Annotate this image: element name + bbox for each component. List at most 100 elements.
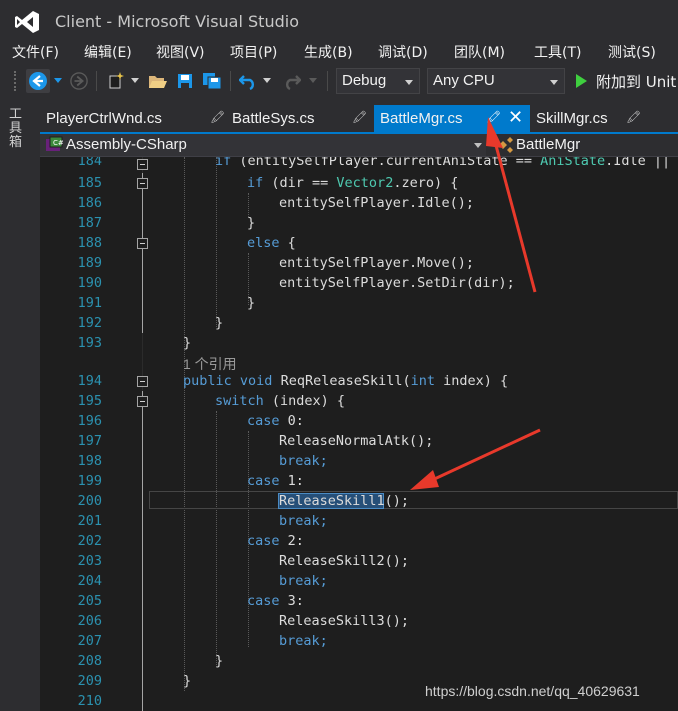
code-token: if [247,175,264,191]
code-token: (index) { [263,393,346,409]
tab-battlesys[interactable]: BattleSys.cs 🖍 [226,105,374,132]
code-line-202[interactable]: case 2: [247,533,304,549]
open-file-button[interactable] [146,69,170,93]
collapse-toggle[interactable] [137,178,148,189]
line-number: 210 [77,693,102,709]
code-token: 1: [279,473,304,489]
code-token: case [247,533,280,549]
line-number: 208 [77,653,102,669]
code-line-197[interactable]: ReleaseNormalAtk(); [279,433,433,449]
toolbar-separator [230,71,231,91]
back-button[interactable] [26,69,50,93]
pin-icon[interactable]: 🖍 [486,110,501,124]
undo-dropdown[interactable] [262,69,272,93]
pin-icon[interactable]: 🖍 [210,110,225,124]
tab-skillmgr[interactable]: SkillMgr.cs 🖍 [530,105,678,132]
code-line-208[interactable]: } [215,653,223,669]
code-token: 0: [279,413,304,429]
collapse-toggle[interactable] [137,159,148,170]
back-dropdown[interactable] [52,69,64,93]
code-editor[interactable]: 184 185 186 187 188 189 190 191 192 193 194 195 196 1… [40,157,678,711]
save-button[interactable] [174,69,196,93]
code-line-205[interactable]: case 3: [247,593,304,609]
indent-guide [248,193,249,217]
menu-test[interactable]: 测试(S) [608,42,656,62]
code-line-196[interactable]: case 0: [247,413,304,429]
standard-toolbar: Debug Any CPU 附加到 Unit [0,65,678,97]
code-line-191[interactable]: } [247,295,255,311]
class-icon [499,137,513,153]
code-token: (); [384,493,410,509]
new-item-dropdown[interactable] [130,69,140,93]
code-line-186[interactable]: entitySelfPlayer.Idle(); [279,195,474,211]
solution-platform-select[interactable]: Any CPU [427,68,565,94]
code-token: public [183,373,232,389]
csharp-project-icon: C# [46,136,63,151]
code-line-193[interactable]: } [183,335,191,351]
pin-icon[interactable]: 🖍 [626,110,641,124]
toolbar-grip[interactable] [14,71,18,91]
toolbox-tab[interactable]: 工具箱 [9,108,25,150]
code-line-203[interactable]: ReleaseSkill2(); [279,553,409,569]
code-token: else [247,235,280,251]
watermark: https://blog.csdn.net/qq_40629631 [425,683,640,699]
menu-project[interactable]: 项目(P) [230,42,277,62]
line-number: 184 [77,157,102,169]
code-line-195[interactable]: switch (index) { [215,393,345,409]
undo-button[interactable] [236,69,260,93]
code-line-188[interactable]: else { [247,235,296,251]
save-all-button[interactable] [200,69,224,93]
code-line-198[interactable]: break; [279,453,328,469]
code-line-184[interactable]: if (entitySelfPlayer.currentAniState == … [215,157,678,169]
code-line-209[interactable]: } [183,673,191,689]
code-line-200[interactable]: ReleaseSkill1(); [279,493,409,509]
line-number: 190 [77,275,102,291]
redo-button[interactable] [280,69,304,93]
code-line-207[interactable]: break; [279,633,328,649]
code-line-204[interactable]: break; [279,573,328,589]
line-number: 201 [77,513,102,529]
tab-battlemgr[interactable]: BattleMgr.cs 🖍 ✕ [374,105,530,132]
close-icon[interactable]: ✕ [508,107,523,128]
menu-view[interactable]: 视图(V) [156,42,205,62]
code-line-189[interactable]: entitySelfPlayer.Move(); [279,255,474,271]
code-line-190[interactable]: entitySelfPlayer.SetDir(dir); [279,275,515,291]
collapse-toggle[interactable] [137,396,148,407]
new-item-button[interactable] [104,69,128,93]
code-line-206[interactable]: ReleaseSkill3(); [279,613,409,629]
code-line-199[interactable]: case 1: [247,473,304,489]
line-number: 205 [77,593,102,609]
code-token: index) { [435,373,509,389]
project-name: Assembly-CSharp [66,136,187,153]
attach-to-unity-button[interactable]: 附加到 Unit [576,69,676,93]
svg-text:C#: C# [53,139,63,147]
outline-line [142,391,143,711]
codelens-references[interactable]: 1 个引用 [183,354,237,374]
collapse-toggle[interactable] [137,376,148,387]
menu-tools[interactable]: 工具(T) [534,42,581,62]
line-number: 195 [77,393,102,409]
menu-team[interactable]: 团队(M) [454,42,505,62]
indent-guide [216,411,217,667]
code-line-185[interactable]: if (dir == Vector2.zero) { [247,175,458,191]
menu-file[interactable]: 文件(F) [12,42,59,62]
pin-icon[interactable]: 🖍 [352,110,367,124]
code-line-192[interactable]: } [215,315,223,331]
class-name[interactable]: BattleMgr [516,136,580,153]
code-token: int [410,373,435,389]
code-line-201[interactable]: break; [279,513,328,529]
solution-configuration-select[interactable]: Debug [336,68,420,94]
code-line-194[interactable]: public void ReqReleaseSkill(int index) { [183,373,508,389]
project-dropdown[interactable]: C# Assembly-CSharp [40,134,486,156]
chevron-down-icon [263,78,271,83]
code-token: Vector2 [336,175,394,191]
menu-build[interactable]: 生成(B) [304,42,353,62]
code-line-187[interactable]: } [247,215,255,231]
forward-button[interactable] [68,69,90,93]
collapse-toggle[interactable] [137,238,148,249]
chevron-down-icon [131,78,139,83]
tab-playerctrlwnd[interactable]: PlayerCtrlWnd.cs 🖍 [40,105,226,132]
redo-dropdown[interactable] [308,69,318,93]
menu-debug[interactable]: 调试(D) [378,42,428,62]
menu-edit[interactable]: 编辑(E) [84,42,132,62]
